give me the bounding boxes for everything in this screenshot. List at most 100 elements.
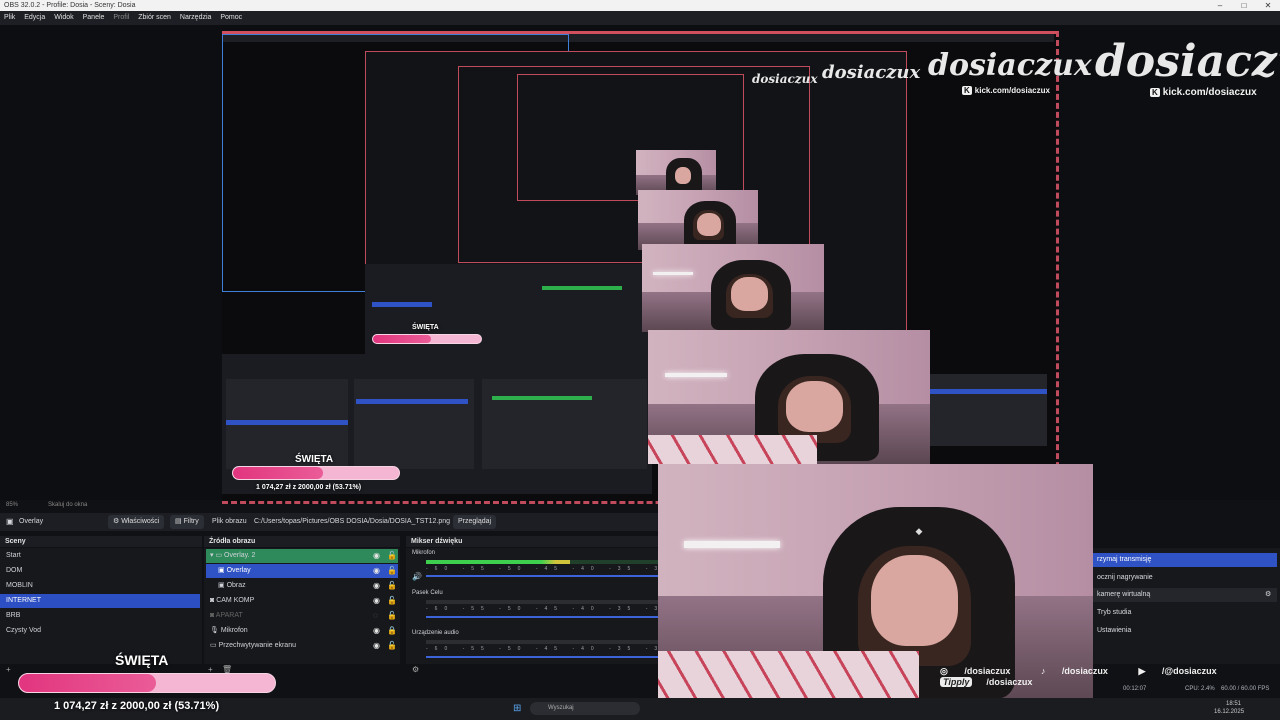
tiktok-handle: ♪ /dosiaczux [1040,666,1108,676]
source-item[interactable]: 🎙 Mikrofon ◉ 🔒 [206,624,398,638]
preview-canvas[interactable]: ŚWIĘTA ŚWIĘTA 1 074,27 zł z 2000,00 zł (… [222,31,1092,504]
add-icon[interactable]: + [6,665,11,674]
nested-logo: dosiaczux [822,62,921,83]
window-title: OBS 32.0.2 - Profile: Dosia - Sceny: Dos… [4,2,136,9]
webcam-nested [648,330,930,464]
eye-icon[interactable]: ◉ [373,549,380,563]
webcam-nested [642,244,824,332]
nested-goal-bar [372,334,482,344]
goal-progress-bar [18,673,276,693]
zoom-level[interactable]: 85% [6,502,18,508]
meter-scale: -60 -55 -50 -45 -40 -35 -30 -25 -20 -15 … [426,646,658,652]
mixer-header: Mikser dźwięku [406,536,658,547]
audio-mixer: Mikrofon -60 -55 -50 -45 -40 -35 -30 -25… [406,548,658,664]
lock-icon[interactable]: 🔓 [387,549,397,563]
source-item[interactable]: ▣ Overlay ◉ 🔓 [206,564,398,578]
windows-start-icon[interactable]: ⊞ [513,703,521,714]
eye-icon[interactable]: ◉ [373,594,380,608]
meter-scale: -60 -55 -50 -45 -40 -35 -30 -25 -20 -15 … [426,566,658,572]
menu-bar: Plik Edycja Widok Panele Profil Zbiór sc… [0,11,1280,25]
stream-time: 00:12:07 [1123,686,1147,692]
eye-off-icon[interactable]: ◌ [373,609,378,623]
menu-docks[interactable]: Panele [83,14,105,21]
image-icon: ▣ [218,582,227,589]
microphone-icon: 🎙 [210,627,221,634]
window-titlebar: OBS 32.0.2 - Profile: Dosia - Sceny: Dos… [0,0,1280,11]
eye-icon[interactable]: ◉ [373,624,380,638]
nested-goal-text: 1 074,27 zł z 2000,00 zł (53.71%) [256,484,362,491]
eye-icon[interactable]: ◉ [373,639,380,653]
gear-icon[interactable]: ⚙ [1265,588,1271,602]
source-item[interactable]: ▾ ▭ Overlay. 2 ◉ 🔓 [206,549,398,563]
source-item[interactable]: ▭ Przechwytywanie ekranu ◉ 🔓 [206,639,398,653]
logo: dosiaczux [1095,36,1280,87]
volume-meter [426,560,658,564]
nested-row [927,389,1047,394]
sources-header: Źródła obrazu [204,536,400,547]
menu-file[interactable]: Plik [4,14,15,21]
scene-item-moblin[interactable]: MOBLIN [0,579,200,593]
lock-icon[interactable]: 🔓 [387,609,397,623]
maximize-icon[interactable]: □ [1232,0,1256,11]
chevron-down-icon[interactable]: ▾ ▭ [210,552,224,559]
start-recording-button[interactable]: ocznij nagrywanie [1093,571,1277,585]
stop-stream-button[interactable]: rzymaj transmisję [1093,553,1277,567]
source-item[interactable]: ▣ Obraz ◉ 🔓 [206,579,398,593]
lock-icon[interactable]: 🔓 [387,564,397,578]
scale-hint[interactable]: Skaluj do okna [48,502,87,508]
nested-meter [542,286,622,290]
kick-link: Kkick.com/dosiaczux [1150,87,1257,98]
scene-item-internet[interactable]: INTERNET [0,594,200,608]
lock-icon[interactable]: 🔓 [387,639,397,653]
volume-slider[interactable] [426,656,658,658]
cpu-usage: CPU: 2.4% [1185,686,1215,692]
scene-item-czysty-vod[interactable]: Czysty Vod [0,624,200,638]
minimize-icon[interactable]: – [1208,0,1232,11]
nested-kick: Kkick.com/dosiaczux [962,86,1050,95]
menu-scene-collection[interactable]: Zbiór scen [138,14,171,21]
meter-scale: -60 -55 -50 -45 -40 -35 -30 -25 -20 -15 … [426,606,658,612]
scene-item-brb[interactable]: BRB [0,609,200,623]
youtube-handle: ▶ /@dosiaczux [1138,666,1217,676]
menu-profile[interactable]: Profil [113,14,129,21]
menu-tools[interactable]: Narzędzia [180,14,212,21]
virtual-camera-button[interactable]: kamerę wirtualną ⚙ [1093,588,1277,602]
scene-item-dom[interactable]: DOM [0,564,200,578]
nested-goal-bar [232,466,400,480]
scene-item-start[interactable]: Start [0,549,200,563]
speaker-icon[interactable]: 🔊 [412,572,422,581]
mixer-channel-name: Urządzenie audio [412,630,459,636]
image-icon: ▣ [218,567,227,574]
nested-row [372,302,432,307]
source-item[interactable]: ◙ CAM KOMP ◉ 🔓 [206,594,398,608]
goal-text: 1 074,27 zł z 2000,00 zł (53.71%) [54,700,220,712]
browse-button[interactable]: Przeglądaj [453,515,497,529]
scenes-list: Start DOM MOBLIN INTERNET BRB Czysty Vod [0,548,202,664]
lock-icon[interactable]: 🔓 [387,579,397,593]
filters-button[interactable]: ▤ Filtry [170,515,204,529]
menu-help[interactable]: Pomoc [220,14,242,21]
webcam-nested [636,150,716,195]
goal-title: ŚWIĘTA [115,652,169,668]
nested-meter [492,396,592,400]
volume-slider[interactable] [426,575,658,577]
menu-edit[interactable]: Edycja [24,14,45,21]
settings-button[interactable]: Ustawienia [1093,624,1277,638]
nested-logo: dosiaczux [928,48,1092,83]
source-item[interactable]: ◙ APARAT ◌ 🔓 [206,609,398,623]
eye-icon[interactable]: ◉ [373,579,380,593]
lock-icon[interactable]: 🔓 [387,594,397,608]
source-toolbar: ▣ Overlay ⚙ Właściwości ▤ Filtry Plik ob… [0,513,658,531]
volume-slider[interactable] [426,616,658,618]
mixer-settings-icon[interactable]: ⚙ [412,665,419,674]
eye-icon[interactable]: ◉ [373,564,380,578]
close-icon[interactable]: ✕ [1256,0,1280,11]
lock-icon[interactable]: 🔒 [387,624,397,638]
file-path[interactable]: C:/Users/topas/Pictures/OBS DOSIA/Dosia/… [254,513,450,531]
instagram-handle: ◎ /dosiaczux [940,666,1011,676]
taskbar-search[interactable]: Wyszukaj [530,702,640,715]
properties-button[interactable]: ⚙ Właściwości [108,515,165,529]
studio-mode-button[interactable]: Tryb studia [1093,606,1277,620]
youtube-icon: ▶ [1138,666,1148,676]
menu-view[interactable]: Widok [54,14,73,21]
